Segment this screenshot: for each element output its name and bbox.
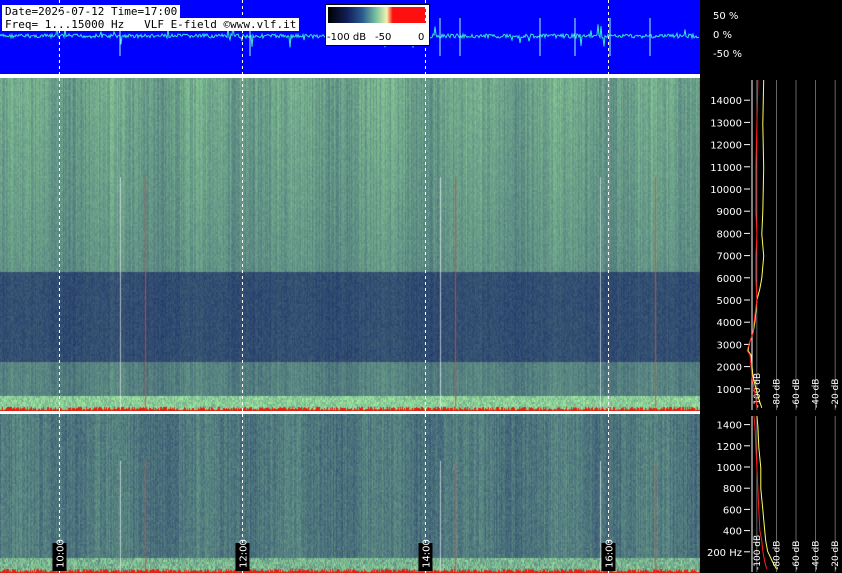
frequency-tick-label: 8000: [717, 229, 742, 240]
frequency-tick-label: 400: [723, 527, 742, 538]
profile-tick-label: -40 dB: [812, 541, 822, 570]
time-label: 14:00: [421, 539, 432, 568]
profile-tick-label: -60 dB: [792, 379, 802, 408]
profile-tick-label: -60 dB: [792, 541, 802, 570]
frequency-tick-label: 9000: [717, 207, 742, 218]
frequency-tick-label: 11000: [710, 163, 742, 174]
frequency-tick-label: 14000: [710, 96, 742, 107]
frequency-tick-label: 800: [723, 484, 742, 495]
frequency-tick-label: 2000: [717, 363, 742, 374]
frequency-tick-label: 200 Hz: [707, 548, 742, 559]
frequency-tick-label: 1400: [717, 421, 742, 432]
profile-tick-label: -80 dB: [772, 379, 782, 408]
time-label: 10:00: [55, 539, 66, 568]
frequency-tick-label: 12000: [710, 141, 742, 152]
time-label: 12:00: [238, 539, 249, 568]
vlf-spectrogram-display: Date=2026-07-12 Time=17:00 Freq= 1...150…: [0, 0, 842, 573]
profile-tick-label: -20 dB: [831, 541, 841, 570]
chart-overlay: 10:00 12:00 14:00 16:00 14000 13000 12000 11000…: [52, 0, 841, 573]
frequency-tick-label: 600: [723, 505, 742, 516]
frequency-tick-label: 1200: [717, 442, 742, 453]
frequency-tick-label: 5000: [717, 296, 742, 307]
frequency-tick-label: 4000: [717, 318, 742, 329]
frequency-tick-label: 10000: [710, 185, 742, 196]
frequency-tick-label: 6000: [717, 274, 742, 285]
frequency-tick-label: 13000: [710, 118, 742, 129]
frequency-tick-label: 7000: [717, 252, 742, 263]
frequency-tick-label: 1000: [717, 385, 742, 396]
profile-tick-label: -40 dB: [812, 379, 822, 408]
profile-tick-label: -80 dB: [772, 541, 782, 570]
frequency-tick-label: 1000: [717, 463, 742, 474]
profile-tick-label: -20 dB: [831, 379, 841, 408]
time-label: 16:00: [604, 539, 615, 568]
frequency-tick-label: 3000: [717, 340, 742, 351]
